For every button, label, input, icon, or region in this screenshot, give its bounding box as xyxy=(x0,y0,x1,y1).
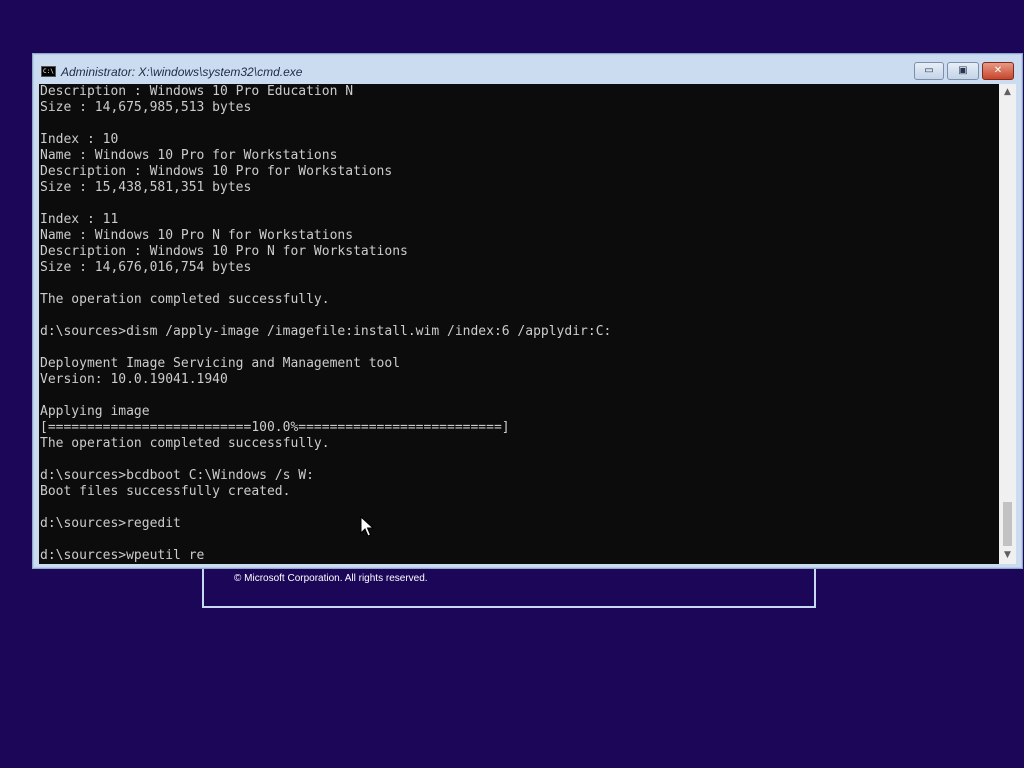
console-line: Version: 10.0.19041.1940 xyxy=(40,372,228,387)
window-titlebar[interactable]: C:\ Administrator: X:\windows\system32\c… xyxy=(33,54,1022,84)
mouse-cursor-icon xyxy=(360,515,375,537)
chevron-down-icon: ▼ xyxy=(1004,550,1011,560)
console-line: Size : 14,675,985,513 bytes xyxy=(40,100,252,115)
scroll-up-button[interactable]: ▲ xyxy=(999,84,1016,101)
close-button[interactable]: ✕ xyxy=(982,62,1014,80)
scroll-thumb[interactable] xyxy=(1003,502,1012,546)
vertical-scrollbar[interactable]: ▲ ▼ xyxy=(999,84,1016,564)
chevron-up-icon: ▲ xyxy=(1004,87,1011,97)
console-line: Index : 11 xyxy=(40,212,119,227)
window-title: Administrator: X:\windows\system32\cmd.e… xyxy=(61,65,303,79)
setup-copyright-text: © Microsoft Corporation. All rights rese… xyxy=(234,573,428,584)
console-line: d:\sources>bcdboot C:\Windows /s W: xyxy=(40,468,314,483)
console-line: Name : Windows 10 Pro for Workstations xyxy=(40,148,338,163)
console-line: The operation completed successfully. xyxy=(40,436,330,451)
console-line: Size : 15,438,581,351 bytes xyxy=(40,180,252,195)
scroll-down-button[interactable]: ▼ xyxy=(999,547,1016,564)
console-line: Index : 10 xyxy=(40,132,119,147)
console-line: d:\sources>regedit xyxy=(40,516,181,531)
minimize-button[interactable]: ▭ xyxy=(914,62,944,80)
console-line: Name : Windows 10 Pro N for Workstations xyxy=(40,228,354,243)
console-line: Applying image xyxy=(40,404,150,419)
console-line: The operation completed successfully. xyxy=(40,292,330,307)
console-line: d:\sources>dism /apply-image /imagefile:… xyxy=(40,324,612,339)
console-line: d:\sources>wpeutil re xyxy=(40,548,205,563)
minimize-icon: ▭ xyxy=(924,65,934,76)
cmd-window[interactable]: C:\ Administrator: X:\windows\system32\c… xyxy=(32,53,1023,569)
console-line: [==========================100.0%=======… xyxy=(40,420,510,435)
console-line: Boot files successfully created. xyxy=(40,484,291,499)
console-line: Description : Windows 10 Pro Education N xyxy=(40,84,354,99)
close-icon: ✕ xyxy=(993,65,1003,76)
maximize-button[interactable]: ▣ xyxy=(947,62,979,80)
cmd-prompt-icon[interactable]: C:\ xyxy=(41,66,56,77)
console-output[interactable]: Description : Windows 10 Pro Education N… xyxy=(39,84,999,564)
console-line: Size : 14,676,016,754 bytes xyxy=(40,260,252,275)
maximize-icon: ▣ xyxy=(958,65,968,76)
desktop-background: © Microsoft Corporation. All rights rese… xyxy=(0,0,1024,768)
console-line: Description : Windows 10 Pro N for Works… xyxy=(40,244,408,259)
console-line: Deployment Image Servicing and Managemen… xyxy=(40,356,401,371)
console-line: Description : Windows 10 Pro for Worksta… xyxy=(40,164,393,179)
